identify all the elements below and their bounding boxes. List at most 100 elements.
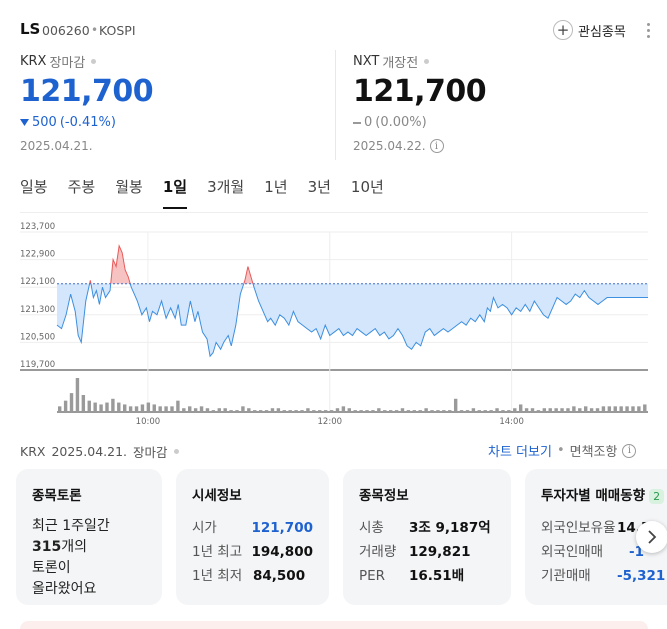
tab-1day[interactable]: 1일 [162,176,188,209]
volume-bar [495,408,499,412]
row-value: 16.51배 [409,568,465,584]
krx-label-row: KRX 장마감 [20,52,97,71]
volume-bar [211,410,216,412]
volume-bar [264,410,269,412]
volume-bar [223,408,227,412]
tab-monthly[interactable]: 월봉 [115,176,143,209]
discussion-card[interactable]: 종목토론 최근 1주일간 315개의 토론이 올라왔어요 [16,469,162,605]
chevron-right-icon[interactable] [636,521,667,553]
volume-bar [93,402,97,412]
volume-bar [406,410,411,412]
volume-bar [282,410,286,412]
volume-bar [123,404,127,412]
volume-bar [205,408,210,412]
volume-bar [566,408,570,412]
volume-bar [140,404,145,412]
row-label: 기관매매 [541,568,591,584]
tab-3year[interactable]: 3년 [308,176,331,209]
volume-bar [388,410,393,412]
volume-bar [453,398,458,412]
info-card[interactable]: 종목정보 시총 3조 9,187억 거래량 129,821 PER 16.51배 [343,469,511,605]
volume-bar [548,408,552,412]
volume-bar [128,406,133,412]
divider [335,50,336,160]
chart-more-link[interactable]: 차트 더보기 [488,441,552,460]
volume-bar [276,408,281,412]
info-row: 시총 3조 9,187억 [359,516,495,540]
volume-bar [524,408,529,412]
more-menu-icon[interactable] [643,20,653,40]
volume-bar [424,408,428,412]
volume-bar [513,408,517,412]
status-dot-icon [91,59,97,64]
volume-bar [483,410,487,412]
volume-bar [69,393,74,412]
info-icon[interactable]: i [622,443,637,458]
separator-dot: • [91,23,99,37]
volume-bar [300,410,304,412]
volume-bar [394,410,399,412]
volume-bar [176,400,180,412]
tab-daily[interactable]: 일봉 [20,176,48,209]
volume-bar [111,398,115,412]
disclaimer-link[interactable]: 면책조항 [570,441,618,460]
volume-bar [258,410,263,412]
row-value: -5,321 [617,568,666,584]
volume-bar [312,410,316,412]
nxt-change: 0 (0.00%) [353,115,427,130]
info-icon[interactable]: i [429,139,444,153]
row-value: 84,500 [253,568,306,584]
stock-name: LS [20,20,41,38]
volume-bar [152,404,156,412]
volume-bar [436,410,440,412]
info-row: PER 16.51배 [359,564,495,588]
discussion-text: 최근 1주일간 315개의 토론이 올라왔어요 [32,516,146,600]
quote-row: 1년 최저 84,500 [192,564,313,588]
separator-dot: • [556,443,565,458]
volume-bar [335,408,340,412]
down-triangle-icon [20,119,29,126]
watchlist-button[interactable]: + 관심종목 [553,19,626,41]
badge: 2 [649,489,665,504]
tab-10year[interactable]: 10년 [351,176,384,209]
tab-weekly[interactable]: 주봉 [68,176,96,209]
tab-1year[interactable]: 1년 [264,176,287,209]
next-section-strip [20,621,648,629]
volume-bar [247,408,251,412]
stock-market: KOSPI [99,23,136,38]
volume-bar [81,395,86,412]
quote-row: 1년 최고 194,800 [192,540,313,564]
krx-change: 500 (-0.41%) [20,115,116,130]
volume-bar [117,402,121,412]
volume-bar [589,408,594,412]
intraday-chart[interactable]: 123,700 122,900 122,100 121,300 120,500 119,7… [0,222,667,432]
y-tick-label: 121,300 [20,305,55,315]
volume-bar [294,410,298,412]
krx-change-value: 500 [32,115,57,130]
volume-bar [323,410,328,412]
volume-bar [193,408,198,412]
volume-bar [58,406,62,412]
volume-bar [471,408,476,412]
volume-bar [253,410,257,412]
volume-bar [383,410,387,412]
volume-bar [371,410,375,412]
y-tick-label: 120,500 [20,332,55,342]
volume-bar [75,378,80,412]
volume-bar [595,408,600,412]
discussion-line: 최근 1주일간 [32,518,110,534]
period-tabs: 일봉 주봉 월봉 1일 3개월 1년 3년 10년 [20,176,404,209]
plus-icon: + [553,20,573,40]
tab-3month[interactable]: 3개월 [207,176,244,209]
quote-card[interactable]: 시세정보 시가 121,700 1년 최고 194,800 1년 최저 84,500 [176,469,329,605]
volume-bar [235,410,239,412]
volume-bar [536,410,541,412]
card-title: 종목토론 [32,488,82,504]
volume-bar [613,406,617,412]
volume-bar [465,410,470,412]
info-row: 거래량 129,821 [359,540,495,564]
volume-bar [353,410,357,412]
nxt-date-row: 2025.04.22. i [353,139,444,153]
volume-bar [99,404,103,412]
row-value: 194,800 [251,544,314,560]
